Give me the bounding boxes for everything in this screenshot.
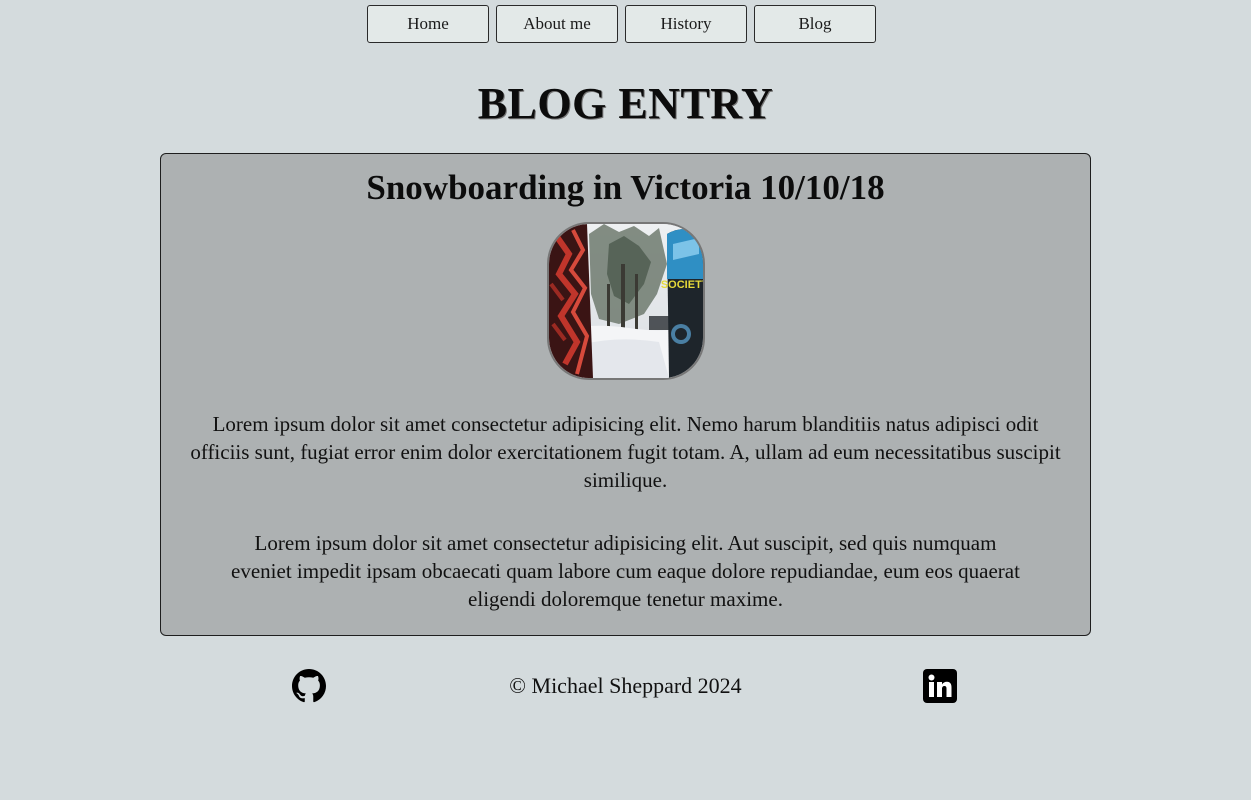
top-nav: Home About me History Blog bbox=[367, 5, 876, 43]
snowboard-photo: SOCIETY bbox=[547, 222, 705, 380]
board-society-text: SOCIETY bbox=[661, 279, 703, 291]
page-title: BLOG ENTRY bbox=[477, 79, 774, 128]
nav-home-button[interactable]: Home bbox=[367, 5, 489, 43]
nav-about-button[interactable]: About me bbox=[496, 5, 618, 43]
entry-paragraph: Lorem ipsum dolor sit amet consectetur a… bbox=[190, 412, 1061, 492]
footer-copyright: © Michael Sheppard 2024 bbox=[509, 673, 742, 698]
blog-entry-card: Snowboarding in Victoria 10/10/18 SOCIET… bbox=[160, 153, 1091, 636]
snowboard-photo-image: SOCIETY bbox=[549, 224, 703, 378]
nav-history-button[interactable]: History bbox=[625, 5, 747, 43]
linkedin-icon[interactable] bbox=[923, 669, 957, 703]
entry-paragraph: Lorem ipsum dolor sit amet consectetur a… bbox=[231, 531, 1020, 611]
entry-title: Snowboarding in Victoria 10/10/18 bbox=[366, 168, 885, 207]
nav-blog-button[interactable]: Blog bbox=[754, 5, 876, 43]
